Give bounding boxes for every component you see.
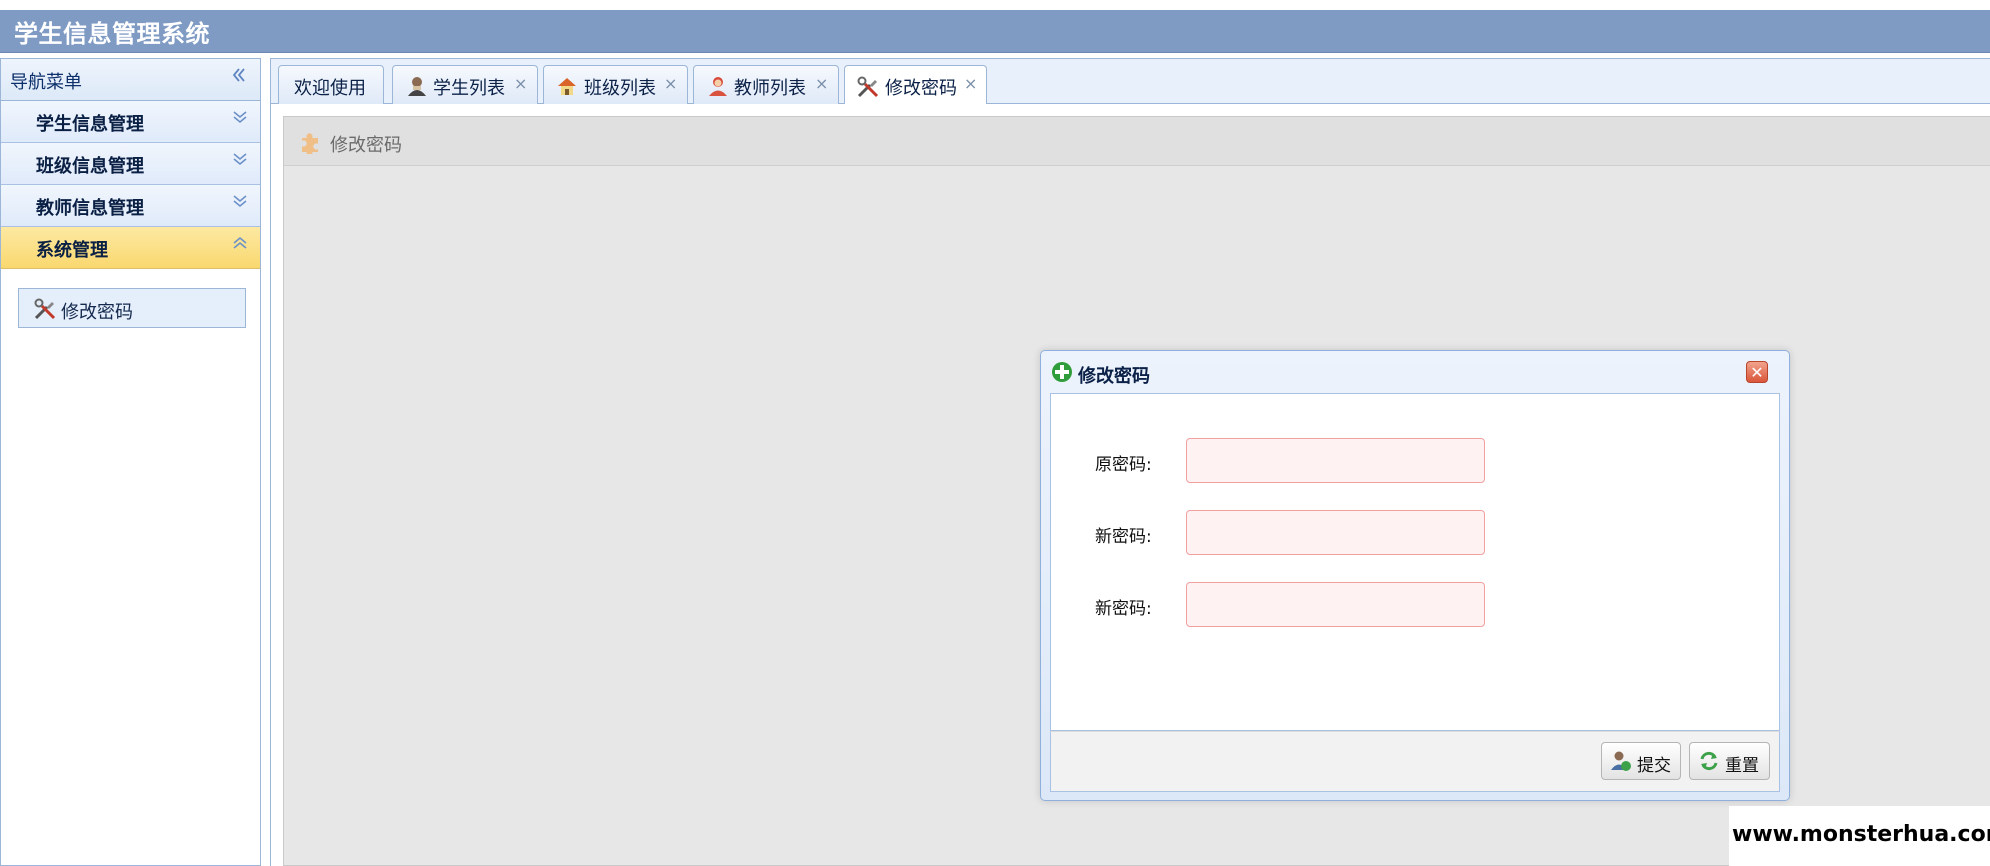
tab-label: 学生列表 bbox=[433, 78, 505, 99]
watermark-text: www.monsterhua.com bbox=[1732, 822, 1990, 847]
panel-title: 修改密码 bbox=[330, 135, 402, 156]
form-row-confirm-password: 新密码: bbox=[1051, 582, 1781, 628]
new-password-field[interactable] bbox=[1186, 510, 1485, 555]
tab-student-list[interactable]: 学生列表 × bbox=[392, 65, 538, 104]
dialog-header[interactable]: 修改密码 ✕ bbox=[1041, 351, 1789, 393]
tab-change-password[interactable]: 修改密码 × bbox=[844, 65, 987, 105]
sidebar: 导航菜单 学生信息管理 班级信息管理 教师信息管理 系统管理 修改密码 bbox=[0, 58, 261, 866]
close-icon[interactable]: ✕ bbox=[1746, 361, 1768, 383]
form-row-old-password: 原密码: bbox=[1051, 438, 1781, 484]
close-tab-icon[interactable]: × bbox=[514, 74, 527, 93]
student-icon bbox=[406, 75, 428, 97]
sidebar-item-label: 班级信息管理 bbox=[36, 156, 144, 177]
puzzle-icon bbox=[298, 130, 322, 157]
sidebar-header: 导航菜单 bbox=[1, 59, 260, 101]
dialog-body: 原密码: 新密码: 新密码: bbox=[1050, 393, 1780, 731]
sidebar-item-student[interactable]: 学生信息管理 bbox=[1, 101, 260, 143]
sidebar-item-label: 教师信息管理 bbox=[36, 198, 144, 219]
sidebar-item-label: 学生信息管理 bbox=[36, 114, 144, 135]
submit-button[interactable]: 提交 bbox=[1601, 742, 1681, 780]
confirm-password-label: 新密码: bbox=[1095, 599, 1152, 619]
close-tab-icon[interactable]: × bbox=[664, 74, 677, 93]
watermark: www.monsterhua.com bbox=[1729, 806, 1990, 866]
house-icon bbox=[556, 75, 578, 97]
sidebar-title: 导航菜单 bbox=[10, 72, 82, 93]
close-tab-icon[interactable]: × bbox=[815, 74, 828, 93]
tab-label: 班级列表 bbox=[584, 78, 656, 99]
chevron-down-icon bbox=[232, 193, 248, 214]
close-tab-icon[interactable]: × bbox=[964, 74, 977, 93]
confirm-password-field[interactable] bbox=[1186, 582, 1485, 627]
sidebar-item-class[interactable]: 班级信息管理 bbox=[1, 143, 260, 185]
collapse-sidebar-icon[interactable] bbox=[230, 65, 248, 90]
chevron-down-icon bbox=[232, 151, 248, 172]
chevron-up-icon bbox=[232, 235, 248, 256]
refresh-icon bbox=[1698, 750, 1720, 772]
chevron-down-icon bbox=[232, 109, 248, 130]
old-password-field[interactable] bbox=[1186, 438, 1485, 483]
dialog-footer: 提交 重置 bbox=[1050, 731, 1780, 792]
tab-label: 修改密码 bbox=[885, 78, 957, 99]
submenu-item-label: 修改密码 bbox=[61, 302, 133, 323]
dialog-title: 修改密码 bbox=[1078, 366, 1150, 387]
sidebar-item-label: 系统管理 bbox=[36, 240, 108, 261]
system-submenu: 修改密码 bbox=[1, 269, 260, 789]
new-password-label: 新密码: bbox=[1095, 527, 1152, 547]
add-icon bbox=[1051, 361, 1073, 383]
submit-button-label: 提交 bbox=[1637, 756, 1671, 776]
old-password-label: 原密码: bbox=[1095, 455, 1152, 475]
user-submit-icon bbox=[1610, 750, 1632, 772]
change-password-dialog: 修改密码 ✕ 原密码: 新密码: 新密码: 提交 重置 bbox=[1040, 350, 1790, 801]
reset-button-label: 重置 bbox=[1725, 756, 1759, 776]
tab-teacher-list[interactable]: 教师列表 × bbox=[693, 65, 839, 104]
sidebar-item-system[interactable]: 系统管理 bbox=[1, 227, 260, 269]
panel-header: 修改密码 bbox=[284, 117, 1990, 166]
tab-label: 教师列表 bbox=[734, 78, 806, 99]
tools-icon bbox=[33, 297, 57, 321]
teacher-icon bbox=[707, 75, 729, 97]
tab-class-list[interactable]: 班级列表 × bbox=[543, 65, 688, 104]
submenu-item-change-password[interactable]: 修改密码 bbox=[18, 288, 246, 328]
tools-icon bbox=[856, 75, 879, 98]
app-header: 学生信息管理系统 bbox=[0, 10, 1990, 53]
sidebar-item-teacher[interactable]: 教师信息管理 bbox=[1, 185, 260, 227]
form-row-new-password: 新密码: bbox=[1051, 510, 1781, 556]
app-title: 学生信息管理系统 bbox=[14, 20, 210, 48]
tab-welcome[interactable]: 欢迎使用 bbox=[278, 65, 384, 104]
tab-label: 欢迎使用 bbox=[294, 78, 366, 99]
tabs-bar: 欢迎使用 学生列表 × 班级列表 × 教师列表 × 修改密码 × bbox=[270, 58, 1990, 105]
reset-button[interactable]: 重置 bbox=[1689, 742, 1770, 780]
